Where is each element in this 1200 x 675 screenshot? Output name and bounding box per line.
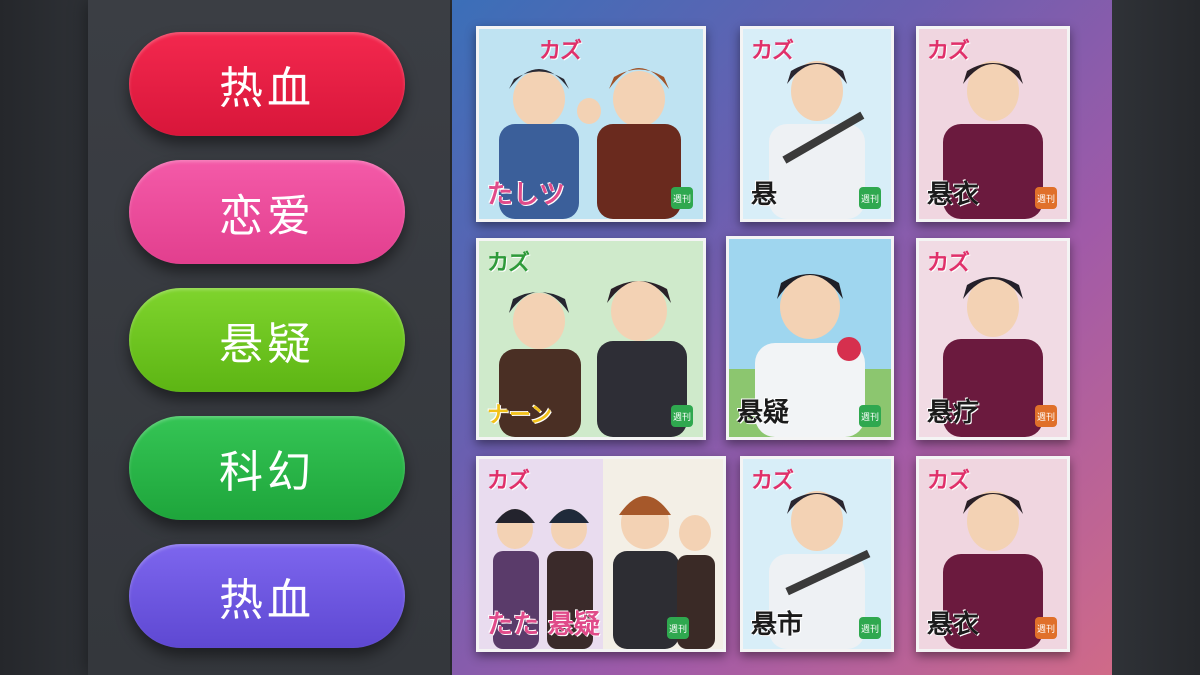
- genre-label: 热血: [219, 575, 315, 626]
- cover-title: 悬疗: [927, 398, 980, 428]
- cover-title: 悬: [751, 180, 778, 210]
- manga-cover-5[interactable]: 週刊 悬疑: [726, 236, 894, 440]
- magazine-badge: 週刊: [671, 405, 693, 427]
- manga-cover-9[interactable]: カズ 週刊 悬衣: [916, 456, 1070, 652]
- genre-button-lianai[interactable]: 恋爱: [129, 160, 405, 264]
- right-edge-strip: [1112, 0, 1200, 675]
- magazine-logo: カズ: [487, 251, 530, 276]
- cover-title: 悬衣: [927, 610, 980, 640]
- genre-label: 科幻: [219, 447, 315, 498]
- cover-title: たしツ: [487, 180, 566, 210]
- magazine-logo: カズ: [927, 469, 970, 494]
- genre-button-kehuan[interactable]: 科幻: [129, 416, 405, 520]
- magazine-badge: 週刊: [667, 617, 689, 639]
- magazine-badge: 週刊: [859, 617, 881, 639]
- manga-cover-2[interactable]: カズ 週刊 悬: [740, 26, 894, 222]
- genre-button-rexue-2[interactable]: 热血: [129, 544, 405, 648]
- magazine-logo: カズ: [539, 39, 582, 64]
- magazine-logo: カズ: [927, 39, 970, 64]
- manga-cover-8[interactable]: カズ 週刊 悬市: [740, 456, 894, 652]
- genre-label: 恋爱: [219, 191, 315, 242]
- magazine-logo: カズ: [751, 469, 794, 494]
- magazine-badge: 週刊: [1035, 617, 1057, 639]
- magazine-badge: 週刊: [1035, 187, 1057, 209]
- cover-title: たた 悬疑: [487, 610, 601, 640]
- cover-title: 悬疑: [737, 398, 790, 428]
- genre-label: 热血: [219, 63, 315, 114]
- magazine-badge: 週刊: [671, 187, 693, 209]
- genre-label: 悬疑: [219, 319, 315, 370]
- cover-title: 悬市: [751, 610, 804, 640]
- manga-cover-3[interactable]: カズ 週刊 悬衣: [916, 26, 1070, 222]
- manga-cover-1[interactable]: カズ 週刊 たしツ: [476, 26, 706, 222]
- manga-cover-6[interactable]: カズ 週刊 悬疗: [916, 238, 1070, 440]
- cover-title: ナーン: [487, 403, 552, 428]
- manga-cover-4[interactable]: カズ 週刊 ナーン: [476, 238, 706, 440]
- magazine-logo: カズ: [751, 39, 794, 64]
- magazine-badge: 週刊: [859, 187, 881, 209]
- manga-cover-7[interactable]: カズ 週刊 たた 悬疑: [476, 456, 726, 652]
- magazine-badge: 週刊: [1035, 405, 1057, 427]
- genre-button-xuanyi[interactable]: 悬疑: [129, 288, 405, 392]
- cover-title: 悬衣: [927, 180, 980, 210]
- magazine-logo: カズ: [927, 251, 970, 276]
- magazine-badge: 週刊: [859, 405, 881, 427]
- left-edge-strip: [0, 0, 88, 675]
- magazine-logo: カズ: [487, 469, 530, 494]
- genre-button-rexue[interactable]: 热血: [129, 32, 405, 136]
